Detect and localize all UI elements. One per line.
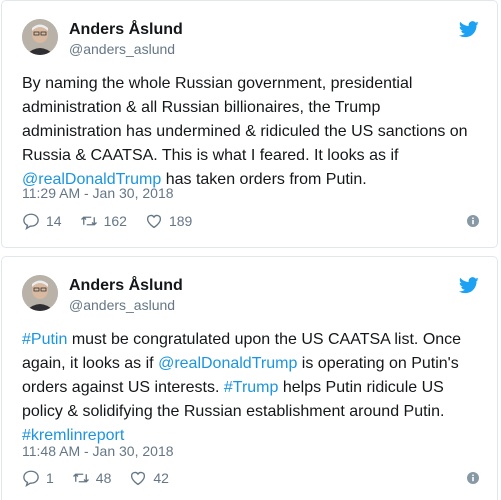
tweet-text-fragment: must be congratulated upon the US CAATSA… [67, 331, 462, 348]
retweet-button[interactable]: 162 [80, 212, 127, 230]
mention-link[interactable]: @realDonaldTrump [158, 355, 297, 372]
timestamp[interactable]: 11:48 AM - Jan 30, 2018 [22, 443, 174, 459]
action-bar: 1 48 42 [22, 469, 187, 487]
reply-count: 14 [46, 213, 62, 229]
like-button[interactable]: 189 [145, 212, 192, 230]
author-handle[interactable]: @anders_aslund [69, 297, 175, 313]
heart-icon [131, 471, 146, 486]
tweet-text-line: orders against US interests. #Trump help… [22, 376, 484, 400]
tweet-text-line: administration has undermined & ridicule… [22, 123, 468, 140]
tweet-text-line: Russia & CAATSA. This is what I feared. … [22, 147, 399, 164]
reply-button[interactable]: 1 [22, 469, 54, 487]
author-name[interactable]: Anders Åslund [69, 277, 183, 295]
reply-button[interactable]: 14 [22, 212, 62, 230]
hashtag-link[interactable]: #Putin [22, 331, 67, 348]
like-button[interactable]: 42 [129, 469, 169, 487]
author-name[interactable]: Anders Åslund [69, 21, 183, 39]
tweet-text-fragment: helps Putin ridicule US [278, 379, 444, 396]
tweet-text-fragment: is operating on Putin's [297, 355, 459, 372]
timestamp[interactable]: 11:29 AM - Jan 30, 2018 [22, 185, 174, 201]
retweet-icon [80, 216, 97, 226]
tweet-text-line: administration & all Russian billionaire… [22, 99, 381, 116]
tweet-text-line: By naming the whole Russian government, … [22, 75, 413, 92]
tweet-card: Anders Åslund @anders_aslund #Putin must… [1, 256, 498, 500]
info-icon[interactable] [467, 215, 479, 227]
like-count: 42 [153, 470, 169, 486]
twitter-bird-icon[interactable] [459, 21, 479, 38]
tweet-text-line: policy & solidifying the Russian establi… [22, 403, 445, 420]
tweet-text: By naming the whole Russian government, … [22, 72, 484, 192]
hashtag-link[interactable]: #Trump [224, 379, 279, 396]
retweet-icon [72, 473, 89, 483]
avatar[interactable] [22, 275, 58, 311]
author-handle[interactable]: @anders_aslund [69, 41, 175, 57]
like-count: 189 [168, 213, 193, 229]
hashtag-link[interactable]: #kremlinreport [22, 427, 124, 444]
tweet-card: Anders Åslund @anders_aslund By naming t… [1, 0, 498, 248]
tweet-text-fragment: has taken orders from Putin. [161, 171, 367, 188]
retweet-button[interactable]: 48 [72, 469, 112, 487]
info-icon[interactable] [467, 472, 479, 484]
action-bar: 14 162 189 [22, 212, 210, 230]
twitter-bird-icon[interactable] [459, 277, 479, 294]
tweet-text-fragment: orders against US interests. [22, 379, 224, 396]
avatar[interactable] [22, 19, 58, 55]
retweet-count: 48 [95, 470, 112, 486]
tweet-text: #Putin must be congratulated upon the US… [22, 328, 484, 448]
tweet-text-fragment: again, it looks as if [22, 355, 159, 372]
tweet-text-line: #Putin must be congratulated upon the US… [22, 328, 484, 352]
reply-icon [23, 470, 39, 487]
heart-icon [146, 214, 161, 229]
tweet-text-line: again, it looks as if @realDonaldTrump i… [22, 352, 484, 376]
reply-icon [23, 213, 39, 230]
retweet-count: 162 [103, 213, 127, 229]
reply-count: 1 [46, 470, 54, 486]
